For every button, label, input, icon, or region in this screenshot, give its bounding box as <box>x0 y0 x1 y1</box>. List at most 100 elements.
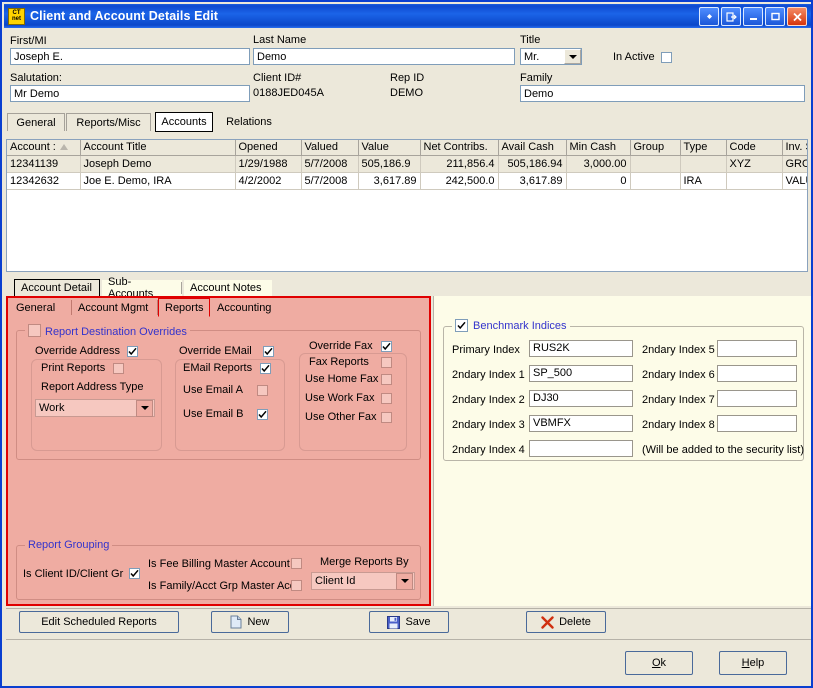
subtab-general-label: General <box>16 302 55 314</box>
chevron-down-icon[interactable] <box>564 49 581 64</box>
chevron-down-icon[interactable] <box>396 573 413 590</box>
tab-account-detail[interactable]: Account Detail <box>14 279 100 297</box>
secondary-index-5-input[interactable] <box>717 340 797 357</box>
delete-button[interactable]: Delete <box>526 611 606 633</box>
col-opened[interactable]: Opened <box>235 140 301 155</box>
report-destination-overrides-checkbox[interactable] <box>28 324 41 337</box>
cell-group <box>630 172 680 189</box>
use-work-fax-checkbox[interactable] <box>381 393 392 404</box>
override-email-label: Override EMail <box>179 345 252 357</box>
fax-reports-checkbox[interactable] <box>381 357 392 368</box>
ok-button[interactable]: Ok <box>625 651 693 675</box>
col-account[interactable]: Account : <box>7 140 80 155</box>
col-avail-cash[interactable]: Avail Cash <box>498 140 566 155</box>
is-client-id-checkbox[interactable] <box>129 568 140 579</box>
col-group[interactable]: Group <box>630 140 680 155</box>
cell-net-contribs: 211,856.4 <box>420 155 498 172</box>
salutation-label: Salutation: <box>10 72 62 84</box>
title-select[interactable]: Mr. <box>520 48 582 65</box>
col-net-contribs[interactable]: Net Contribs. <box>420 140 498 155</box>
use-email-b-checkbox[interactable] <box>257 409 268 420</box>
use-work-fax-label: Use Work Fax <box>305 392 374 404</box>
subtab-accounting[interactable]: Accounting <box>211 298 281 317</box>
col-valued[interactable]: Valued <box>301 140 358 155</box>
is-family-checkbox[interactable] <box>291 580 302 591</box>
tab-sub-accounts[interactable]: Sub-Accounts <box>102 280 182 296</box>
print-reports-label: Print Reports <box>41 362 105 374</box>
first-mi-input[interactable]: Joseph E. <box>10 48 250 65</box>
salutation-input[interactable]: Mr Demo <box>10 85 250 102</box>
check-icon <box>456 320 467 331</box>
override-fax-checkbox[interactable] <box>381 341 392 352</box>
email-reports-checkbox[interactable] <box>260 363 271 374</box>
subtab-general[interactable]: General <box>10 298 72 317</box>
col-min-cash[interactable]: Min Cash <box>566 140 630 155</box>
tab-reports-misc[interactable]: Reports/Misc <box>66 113 151 131</box>
tab-general[interactable]: General <box>7 113 65 131</box>
chevron-down-icon[interactable] <box>136 400 153 417</box>
close-button[interactable] <box>787 7 807 26</box>
is-fee-billing-checkbox[interactable] <box>291 558 302 569</box>
cell-opened: 4/2/2002 <box>235 172 301 189</box>
override-address-checkbox[interactable] <box>127 346 138 357</box>
primary-index-input[interactable]: RUS2K <box>529 340 633 357</box>
cell-type: IRA <box>680 172 726 189</box>
inactive-checkbox[interactable] <box>661 52 672 63</box>
override-email-checkbox[interactable] <box>263 346 274 357</box>
secondary-index-4-input[interactable] <box>529 440 633 457</box>
secondary-index-7-input[interactable] <box>717 390 797 407</box>
tab-accounts[interactable]: Accounts <box>155 112 213 132</box>
save-button[interactable]: Save <box>369 611 449 633</box>
restore-horizontal-button[interactable] <box>699 7 719 26</box>
detach-button[interactable] <box>721 7 741 26</box>
tab-account-notes[interactable]: Account Notes <box>184 280 272 296</box>
secondary-index-2-input[interactable]: DJ30 <box>529 390 633 407</box>
secondary-index-3-input[interactable]: VBMFX <box>529 415 633 432</box>
check-icon <box>381 341 392 352</box>
ok-label: Ok <box>652 657 666 669</box>
col-account-title[interactable]: Account Title <box>80 140 235 155</box>
secondary-index-8-input[interactable] <box>717 415 797 432</box>
col-value[interactable]: Value <box>358 140 420 155</box>
new-label: New <box>247 616 269 628</box>
merge-reports-select[interactable]: Client Id <box>311 572 415 590</box>
secondary-index-6-label: 2ndary Index 6 <box>642 369 715 381</box>
cell-avail-cash: 505,186.94 <box>498 155 566 172</box>
maximize-button[interactable] <box>765 7 785 26</box>
minimize-button[interactable] <box>743 7 763 26</box>
help-rest: elp <box>750 657 765 669</box>
family-input[interactable]: Demo <box>520 85 805 102</box>
subtab-reports[interactable]: Reports <box>158 298 210 317</box>
col-type[interactable]: Type <box>680 140 726 155</box>
help-button[interactable]: Help <box>719 651 787 675</box>
col-inv-style[interactable]: Inv. Style <box>782 140 808 155</box>
merge-reports-value: Client Id <box>315 575 396 587</box>
cell-value: 505,186.9 <box>358 155 420 172</box>
main-tabs: General Reports/Misc Accounts Relations <box>5 112 810 132</box>
tab-relations[interactable]: Relations <box>217 113 281 131</box>
cell-min-cash: 0 <box>566 172 630 189</box>
use-other-fax-checkbox[interactable] <box>381 412 392 423</box>
last-name-input[interactable]: Demo <box>253 48 515 65</box>
use-email-a-label: Use Email A <box>183 384 243 396</box>
subtab-account-mgmt[interactable]: Account Mgmt <box>72 298 158 317</box>
col-code[interactable]: Code <box>726 140 782 155</box>
accounts-grid[interactable]: Account : Account Title Opened Valued Va… <box>6 139 808 272</box>
use-home-fax-checkbox[interactable] <box>381 374 392 385</box>
use-other-fax-label: Use Other Fax <box>305 411 377 423</box>
delete-label: Delete <box>559 616 591 628</box>
table-row[interactable]: 12341139 Joseph Demo 1/29/1988 5/7/2008 … <box>7 155 808 172</box>
override-fax-label: Override Fax <box>309 340 373 352</box>
benchmark-indices-checkbox[interactable] <box>455 319 468 332</box>
new-button[interactable]: New <box>211 611 289 633</box>
save-label: Save <box>405 616 430 628</box>
edit-scheduled-reports-button[interactable]: Edit Scheduled Reports <box>19 611 179 633</box>
secondary-index-6-input[interactable] <box>717 365 797 382</box>
use-email-a-checkbox[interactable] <box>257 385 268 396</box>
secondary-index-1-input[interactable]: SP_500 <box>529 365 633 382</box>
report-address-type-select[interactable]: Work <box>35 399 155 417</box>
secondary-index-8-label: 2ndary Index 8 <box>642 419 715 431</box>
print-reports-checkbox[interactable] <box>113 363 124 374</box>
table-row[interactable]: 12342632 Joe E. Demo, IRA 4/2/2002 5/7/2… <box>7 172 808 189</box>
cell-inv-style: GROWTH <box>782 155 808 172</box>
